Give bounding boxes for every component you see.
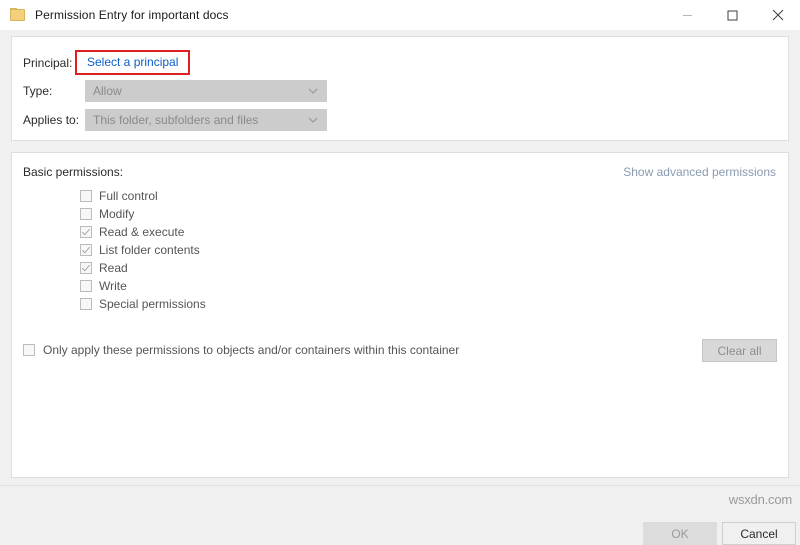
checkbox-read-execute[interactable] (80, 226, 92, 238)
list-item-label: Full control (99, 189, 158, 203)
footer-bar: OK Cancel (0, 485, 800, 545)
checkbox-only-apply-this-container[interactable] (23, 344, 35, 356)
checkbox-write[interactable] (80, 280, 92, 292)
window-controls (665, 0, 800, 30)
list-item[interactable]: Write (80, 277, 206, 295)
permissions-list: Full control Modify Read & execute List … (80, 187, 206, 313)
checkbox-read[interactable] (80, 262, 92, 274)
type-row: Type: Allow (23, 79, 327, 102)
basic-permissions-title: Basic permissions: (23, 165, 124, 179)
chevron-down-icon (308, 110, 318, 130)
applies-to-label: Applies to: (23, 112, 80, 127)
list-item-label: List folder contents (99, 243, 200, 257)
applies-to-value: This folder, subfolders and files (93, 112, 259, 127)
minimize-icon[interactable] (665, 0, 710, 30)
checkbox-list-folder-contents[interactable] (80, 244, 92, 256)
ok-button[interactable]: OK (643, 522, 717, 545)
applies-to-row: Applies to: This folder, subfolders and … (23, 108, 327, 131)
maximize-icon[interactable] (710, 0, 755, 30)
list-item-label: Read (99, 261, 128, 275)
principal-highlight-box: Select a principal (75, 49, 191, 75)
list-item[interactable]: List folder contents (80, 241, 206, 259)
window-title: Permission Entry for important docs (35, 8, 229, 22)
principal-row: Principal: Select a principal (23, 49, 191, 75)
list-item[interactable]: Special permissions (80, 295, 206, 313)
type-value: Allow (93, 83, 122, 98)
type-label: Type: (23, 83, 53, 98)
permissions-panel: Basic permissions: Show advanced permiss… (11, 152, 789, 478)
list-item-label: Write (99, 279, 127, 293)
applies-to-dropdown[interactable]: This folder, subfolders and files (85, 108, 327, 131)
principal-panel: Principal: Select a principal Type: Allo… (11, 36, 789, 141)
chevron-down-icon (308, 81, 318, 101)
checkbox-full-control[interactable] (80, 190, 92, 202)
list-item-label: Special permissions (99, 297, 206, 311)
title-bar: Permission Entry for important docs (0, 0, 800, 30)
list-item[interactable]: Modify (80, 205, 206, 223)
only-apply-row[interactable]: Only apply these permissions to objects … (23, 343, 459, 357)
type-dropdown[interactable]: Allow (85, 79, 327, 102)
checkbox-special-permissions[interactable] (80, 298, 92, 310)
list-item[interactable]: Full control (80, 187, 206, 205)
dialog-body: Principal: Select a principal Type: Allo… (0, 30, 800, 545)
clear-all-button[interactable]: Clear all (702, 339, 777, 362)
select-a-principal-link[interactable]: Select a principal (87, 55, 178, 69)
list-item[interactable]: Read (80, 259, 206, 277)
only-apply-label: Only apply these permissions to objects … (43, 343, 460, 357)
cancel-button[interactable]: Cancel (722, 522, 796, 545)
show-advanced-permissions-link[interactable]: Show advanced permissions (623, 165, 776, 179)
close-icon[interactable] (755, 0, 800, 30)
list-item-label: Read & execute (99, 225, 185, 239)
list-item-label: Modify (99, 207, 135, 221)
checkbox-modify[interactable] (80, 208, 92, 220)
list-item[interactable]: Read & execute (80, 223, 206, 241)
folder-icon (10, 8, 26, 22)
